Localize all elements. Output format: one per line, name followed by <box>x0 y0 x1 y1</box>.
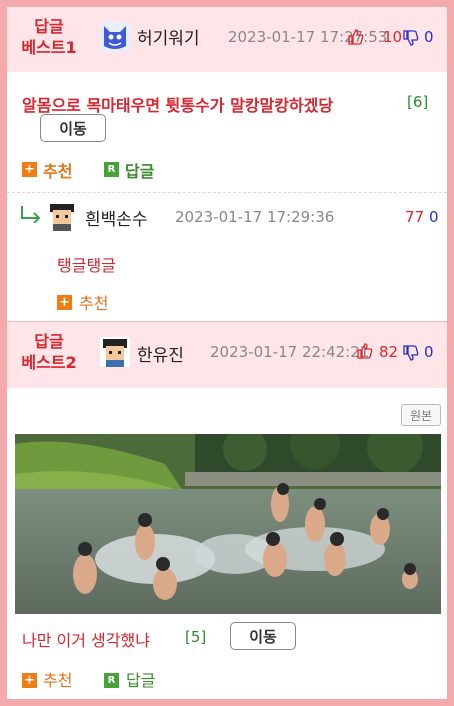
upvote-count: 77 <box>405 208 425 226</box>
post-image[interactable] <box>15 434 441 614</box>
reply-icon[interactable]: R <box>104 673 119 688</box>
recommend-button[interactable]: 추천 <box>43 667 72 691</box>
downvote-count: 0 <box>424 28 434 46</box>
move-button[interactable]: 이동 <box>40 114 106 142</box>
author-name[interactable]: 한유진 <box>137 341 184 366</box>
thumbs-up-icon[interactable] <box>348 29 364 45</box>
post-date: 2023-01-17 22:42:21 <box>210 343 370 361</box>
thumbs-down-icon[interactable] <box>403 30 419 46</box>
reply-button[interactable]: 답글 <box>126 667 155 691</box>
downvote-count: 0 <box>424 343 434 361</box>
divider <box>7 192 447 193</box>
move-button[interactable]: 이동 <box>230 622 296 650</box>
post-title: 나만 이거 생각했냐 <box>22 631 150 650</box>
comment-text: 탱글탱글 <box>57 256 116 275</box>
thumbs-down-icon[interactable] <box>403 345 419 361</box>
reply-icon[interactable]: R <box>104 162 119 177</box>
post-date: 2023-01-17 17:29:36 <box>175 208 335 226</box>
recommend-button[interactable]: 추천 <box>79 290 108 314</box>
avatar[interactable] <box>100 22 130 52</box>
post-title: 알몸으로 목마태우면 튓통수가 말캉말캉하겠당 <box>22 96 334 115</box>
author-name[interactable]: 흰백손수 <box>85 205 148 230</box>
recommend-button[interactable]: 추천 <box>43 158 72 182</box>
plus-icon[interactable]: + <box>57 295 72 310</box>
avatar[interactable] <box>100 337 130 367</box>
author-name[interactable]: 허기워기 <box>137 24 200 49</box>
best-badge: 답글 베스트1 <box>21 17 77 57</box>
reply-count: [5] <box>185 628 207 646</box>
upvote-count: 82 <box>379 343 399 361</box>
avatar[interactable] <box>47 201 77 231</box>
downvote-count: 0 <box>429 208 439 226</box>
original-image-button[interactable]: 원본 <box>401 404 441 426</box>
upvote-count: 10 <box>383 28 403 46</box>
thumbs-up-icon[interactable] <box>357 343 373 359</box>
reply-button[interactable]: 답글 <box>125 158 154 182</box>
plus-icon[interactable]: + <box>22 162 37 177</box>
best-badge: 답글 베스트2 <box>21 332 77 372</box>
reply-count: [6] <box>407 93 429 111</box>
plus-icon[interactable]: + <box>22 673 37 688</box>
reply-arrow-icon <box>21 206 41 223</box>
